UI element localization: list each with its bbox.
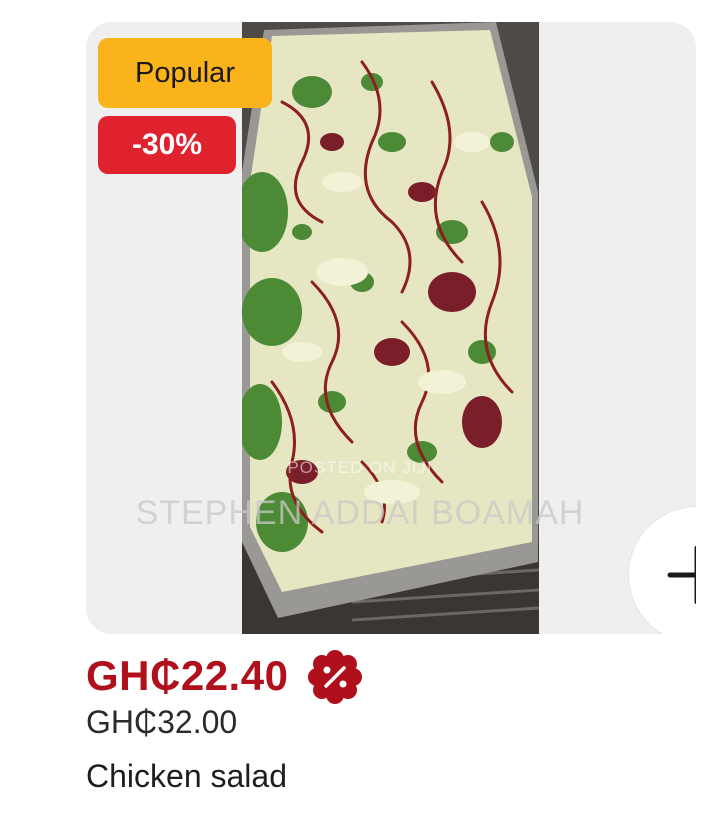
- product-name[interactable]: Chicken salad: [86, 758, 287, 795]
- product-card[interactable]: Popular -30%: [86, 22, 696, 634]
- watermark-source: POSTED ON JIJI: [287, 458, 433, 477]
- discount-badge: -30%: [98, 116, 236, 174]
- watermark-seller: STEPHEN ADDAI BOAMAH: [135, 494, 585, 532]
- product-image[interactable]: [242, 22, 539, 634]
- percent-badge-icon: [308, 650, 362, 704]
- current-price: GH₵22.40: [86, 652, 289, 699]
- original-price: GH₵32.00: [86, 704, 238, 740]
- popular-badge: Popular: [98, 38, 272, 108]
